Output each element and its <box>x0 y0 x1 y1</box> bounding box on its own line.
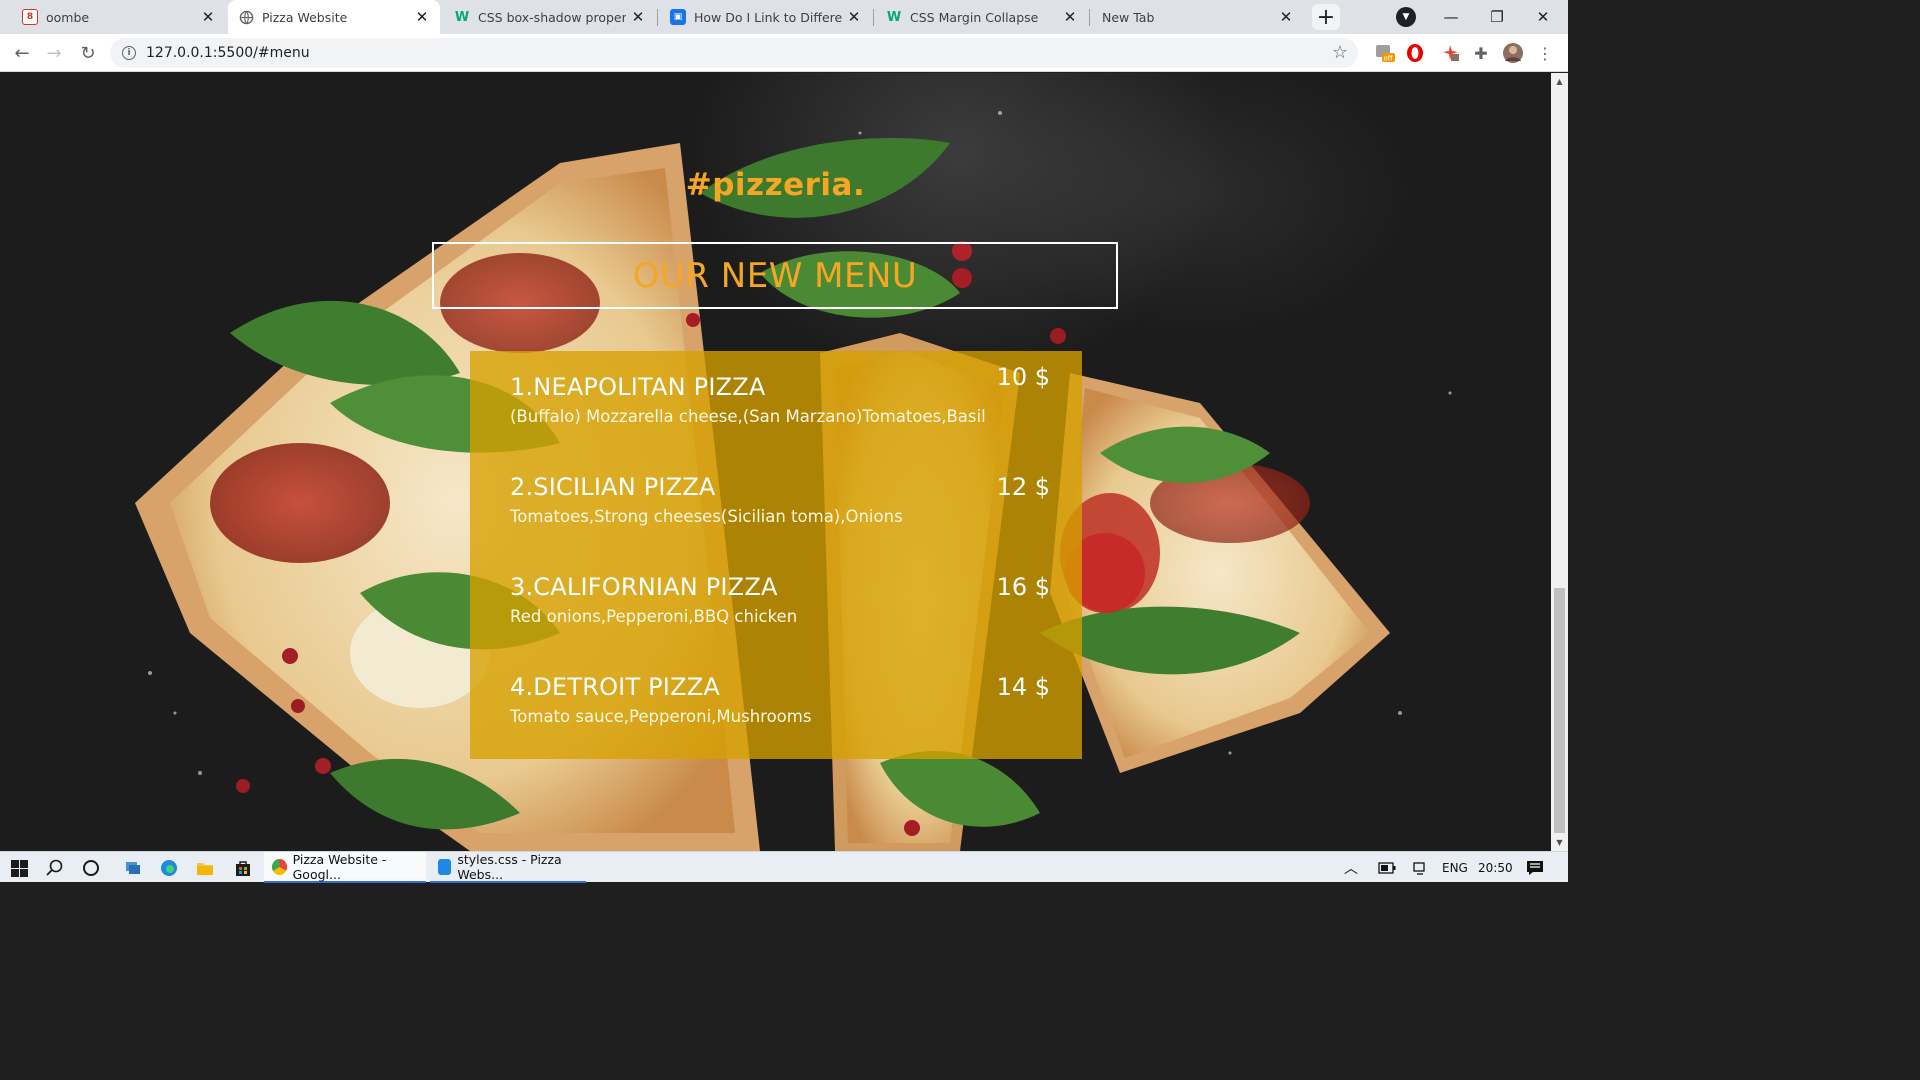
url-text[interactable]: 127.0.0.1:5500/#menu <box>146 45 310 61</box>
tab-oombe[interactable]: 8 oombe ✕ <box>12 0 226 34</box>
tab-new-tab[interactable]: New Tab ✕ <box>1092 0 1304 34</box>
reload-icon[interactable]: ↻ <box>74 39 102 67</box>
menu-item: 4.DETROIT PIZZA Tomato sauce,Pepperoni,M… <box>510 673 1070 726</box>
browser-toolbar: ← → ↻ i 127.0.0.1:5500/#menu ☆ off ✚ ⋮ <box>0 34 1568 72</box>
menu-item-price: 10 $ <box>996 363 1050 391</box>
menu-item-description: (Buffalo) Mozzarella cheese,(San Marzano… <box>510 407 986 426</box>
brand-logo[interactable]: #pizzeria. <box>0 167 1551 203</box>
taskbar-app-label: styles.css - Pizza Webs... <box>457 851 562 882</box>
opera-icon[interactable] <box>1404 42 1426 64</box>
tab-css-box-shadow[interactable]: W CSS box-shadow property ✕ <box>444 0 656 34</box>
network-icon[interactable] <box>1412 852 1428 883</box>
menu-item-name: 2.SICILIAN PIZZA <box>510 473 716 501</box>
tab-title: How Do I Link to Different S <box>694 9 842 25</box>
taskbar-app-label: Pizza Website - Googl... <box>292 851 387 882</box>
menu-item-price: 12 $ <box>996 473 1050 501</box>
forward-icon[interactable]: → <box>40 39 68 67</box>
tab-separator <box>873 9 874 26</box>
w3schools-icon: W <box>454 9 470 25</box>
close-icon[interactable]: ✕ <box>1062 8 1078 26</box>
puzzle-icon[interactable]: ✚ <box>1470 42 1492 64</box>
close-icon[interactable]: ✕ <box>200 8 216 26</box>
kebab-menu-icon[interactable]: ⋮ <box>1534 42 1556 64</box>
restore-icon[interactable]: ❐ <box>1474 0 1520 34</box>
windows-taskbar: Pizza Website - Googl... styles.css - Pi… <box>0 851 1568 883</box>
extension-colorful-icon[interactable] <box>1440 42 1462 64</box>
tab-search-icon[interactable]: ▼ <box>1396 7 1416 27</box>
new-tab-button[interactable]: + <box>1312 4 1340 30</box>
chrome-icon <box>272 858 287 875</box>
page-scrollbar[interactable]: ▲ ▼ <box>1551 73 1568 851</box>
edge-icon[interactable] <box>156 856 182 880</box>
minimize-icon[interactable]: — <box>1428 0 1474 34</box>
scroll-down-arrow-icon[interactable]: ▼ <box>1551 834 1568 851</box>
search-icon[interactable] <box>42 856 68 880</box>
taskbar-app-vscode[interactable]: styles.css - Pizza Webs... <box>430 852 586 883</box>
tab-how-do-i-link[interactable]: ▣ How Do I Link to Different S ✕ <box>660 0 872 34</box>
tab-title: CSS Margin Collapse <box>910 9 1039 25</box>
tab-separator <box>657 9 658 26</box>
menu-item-description: Tomatoes,Strong cheeses(Sicilian toma),O… <box>510 507 903 526</box>
scroll-thumb[interactable] <box>1554 588 1565 833</box>
extension-off-icon[interactable]: off <box>1374 42 1396 64</box>
bookmark-star-icon[interactable]: ☆ <box>1332 42 1348 63</box>
calendar-icon: 8 <box>22 9 38 25</box>
menu-item-price: 14 $ <box>996 673 1050 701</box>
tab-separator <box>1089 9 1090 26</box>
notifications-icon[interactable] <box>1526 852 1544 883</box>
menu-item-name: 3.CALIFORNIAN PIZZA <box>510 573 778 601</box>
menu-item-description: Tomato sauce,Pepperoni,Mushrooms <box>510 707 812 726</box>
menu-item: 1.NEAPOLITAN PIZZA (Buffalo) Mozzarella … <box>510 363 1070 426</box>
language-indicator[interactable]: ENG <box>1442 852 1468 883</box>
cortana-icon[interactable] <box>78 856 104 880</box>
extension-badge: off <box>1384 55 1393 63</box>
vscode-icon <box>438 858 452 875</box>
globe-icon <box>238 9 254 25</box>
menu-heading: OUR NEW MENU <box>432 242 1118 309</box>
task-view-icon[interactable] <box>120 856 146 880</box>
browser-tabstrip: 8 oombe ✕ Pizza Website ✕ W CSS box-shad… <box>0 0 1568 34</box>
tab-title: New Tab <box>1102 9 1155 25</box>
avatar[interactable] <box>1502 42 1524 64</box>
tray-overflow-icon[interactable]: ︿ <box>1344 852 1358 883</box>
close-icon[interactable]: ✕ <box>630 8 646 26</box>
menu-item: 2.SICILIAN PIZZA Tomatoes,Strong cheeses… <box>510 473 1070 526</box>
window-close-icon[interactable]: ✕ <box>1520 0 1566 34</box>
close-icon[interactable]: ✕ <box>1278 8 1294 26</box>
info-icon[interactable]: i <box>122 46 136 60</box>
doc-icon: ▣ <box>670 9 686 25</box>
battery-icon[interactable] <box>1378 852 1396 883</box>
back-icon[interactable]: ← <box>8 39 36 67</box>
close-icon[interactable]: ✕ <box>414 8 430 26</box>
clock[interactable]: 20:50 <box>1478 852 1513 883</box>
menu-item-price: 16 $ <box>996 573 1050 601</box>
tab-title: oombe <box>46 9 90 25</box>
menu-card: 1.NEAPOLITAN PIZZA (Buffalo) Mozzarella … <box>470 351 1082 759</box>
close-icon[interactable]: ✕ <box>846 8 862 26</box>
address-bar[interactable]: i 127.0.0.1:5500/#menu ☆ <box>110 38 1358 68</box>
tab-pizza-website[interactable]: Pizza Website ✕ <box>228 0 440 34</box>
menu-item-name: 4.DETROIT PIZZA <box>510 673 720 701</box>
w3schools-icon: W <box>886 9 902 25</box>
tab-title: Pizza Website <box>262 9 348 25</box>
menu-item: 3.CALIFORNIAN PIZZA Red onions,Pepperoni… <box>510 573 1070 626</box>
scroll-up-arrow-icon[interactable]: ▲ <box>1551 73 1568 90</box>
tab-css-margin-collapse[interactable]: W CSS Margin Collapse ✕ <box>876 0 1088 34</box>
store-icon[interactable] <box>230 856 256 880</box>
tab-title: CSS box-shadow property <box>478 9 626 25</box>
menu-item-name: 1.NEAPOLITAN PIZZA <box>510 373 766 401</box>
page-viewport: #pizzeria. OUR NEW MENU 1.NEAPOLITAN PIZ… <box>0 73 1551 851</box>
file-explorer-icon[interactable] <box>192 856 218 880</box>
taskbar-app-chrome[interactable]: Pizza Website - Googl... <box>264 852 426 883</box>
menu-item-description: Red onions,Pepperoni,BBQ chicken <box>510 607 798 626</box>
windows-start-icon[interactable] <box>6 856 32 880</box>
